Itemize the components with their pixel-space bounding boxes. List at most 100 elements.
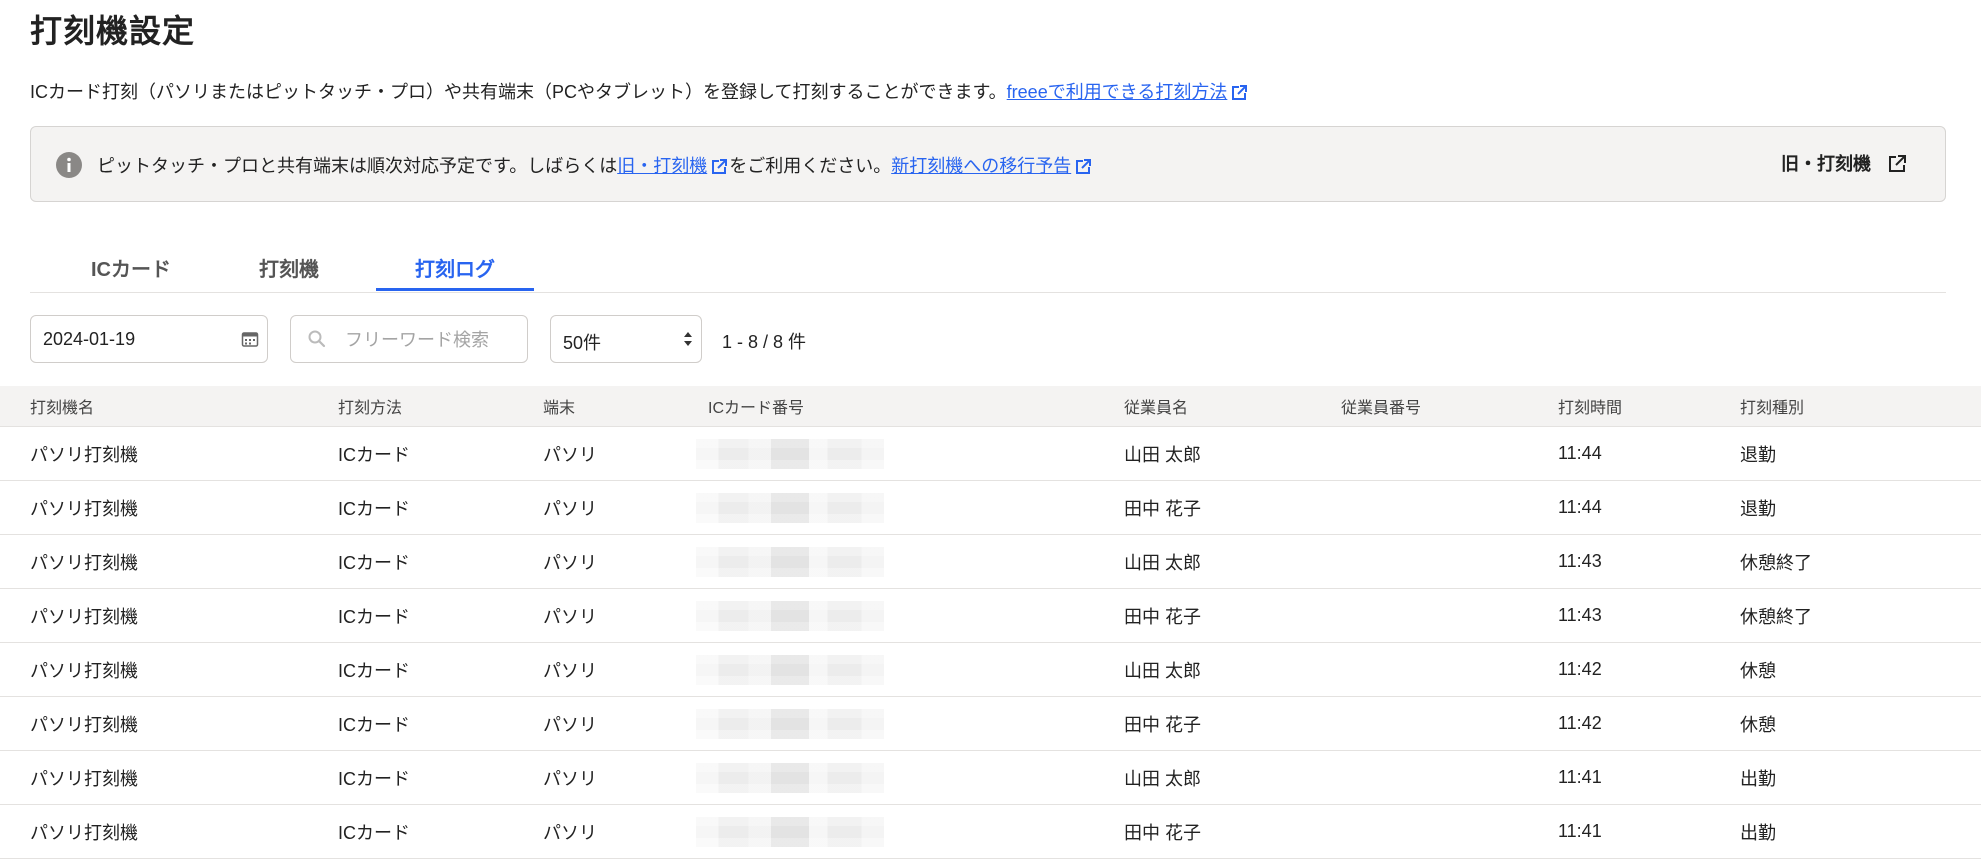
employee-number-cell — [1341, 804, 1558, 859]
ic-card-number-cell — [696, 642, 1124, 697]
date-value: 2024-01-19 — [43, 329, 136, 349]
column-header[interactable]: 打刻種別 — [1740, 386, 1981, 427]
per-page-select[interactable]: 50件 — [550, 315, 702, 363]
table-row[interactable]: パソリ打刻機 ICカード パソリ 山田 太郎 11:41 出勤 — [0, 750, 1981, 805]
punch-type-cell: 出勤 — [1740, 750, 1981, 805]
migration-notice-link-label: 新打刻機への移行予告 — [891, 156, 1072, 176]
machine-name-cell: パソリ打刻機 — [0, 696, 338, 751]
employee-number-cell — [1341, 534, 1558, 589]
external-link-icon — [1885, 152, 1909, 176]
search-icon — [307, 329, 327, 349]
employee-name-cell: 山田 太郎 — [1124, 426, 1341, 481]
tab-punch-machine[interactable]: 打刻機 — [230, 246, 348, 291]
old-machine-button-label: 旧・打刻機 — [1781, 154, 1871, 174]
punch-time-cell: 11:42 — [1558, 642, 1740, 697]
per-page-value: 50件 — [563, 333, 602, 353]
column-header[interactable]: ICカード番号 — [708, 386, 1124, 427]
employee-number-cell — [1341, 426, 1558, 481]
search-box — [290, 315, 528, 363]
punch-type-cell: 退勤 — [1740, 426, 1981, 481]
table-header-row: 打刻機名 打刻方法 端末 ICカード番号 従業員名 従業員番号 打刻時間 打刻種… — [0, 386, 1981, 427]
redacted-card-number — [696, 654, 884, 685]
notice-text-1: ピットタッチ・プロと共有端末は順次対応予定です。しばらくは — [97, 156, 618, 176]
column-header[interactable]: 従業員名 — [1124, 386, 1341, 427]
external-link-icon — [709, 157, 729, 177]
employee-name-cell: 田中 花子 — [1124, 588, 1341, 643]
terminal-cell: パソリ — [543, 426, 708, 481]
employee-name-cell: 山田 太郎 — [1124, 642, 1341, 697]
punch-methods-link-label: freeeで利用できる打刻方法 — [1006, 82, 1228, 102]
notice-text-2: をご利用ください。 — [729, 156, 892, 176]
punch-time-cell: 11:44 — [1558, 426, 1740, 481]
punch-type-cell: 出勤 — [1740, 804, 1981, 859]
table-row[interactable]: パソリ打刻機 ICカード パソリ 山田 太郎 11:42 休憩 — [0, 642, 1981, 697]
terminal-cell: パソリ — [543, 642, 708, 697]
punch-type-cell: 休憩 — [1740, 642, 1981, 697]
punch-type-cell: 休憩終了 — [1740, 534, 1981, 589]
punch-type-cell: 退勤 — [1740, 480, 1981, 535]
terminal-cell: パソリ — [543, 480, 708, 535]
machine-name-cell: パソリ打刻機 — [0, 588, 338, 643]
migration-notice-link[interactable]: 新打刻機への移行予告 — [891, 156, 1093, 176]
employee-name-cell: 田中 花子 — [1124, 804, 1341, 859]
column-header[interactable]: 端末 — [543, 386, 708, 427]
page-description: ICカード打刻（パソリまたはピットタッチ・プロ）や共有端末（PCやタブレット）を… — [30, 78, 1249, 104]
punch-type-cell: 休憩終了 — [1740, 588, 1981, 643]
redacted-card-number — [696, 816, 884, 847]
punch-time-cell: 11:42 — [1558, 696, 1740, 751]
terminal-cell: パソリ — [543, 750, 708, 805]
employee-name-cell: 山田 太郎 — [1124, 534, 1341, 589]
redacted-card-number — [696, 546, 884, 577]
redacted-card-number — [696, 600, 884, 631]
result-count: 1 - 8 / 8 件 — [722, 332, 807, 352]
punch-time-cell: 11:41 — [1558, 750, 1740, 805]
machine-name-cell: パソリ打刻機 — [0, 480, 338, 535]
column-header[interactable]: 打刻時間 — [1558, 386, 1740, 427]
table-row[interactable]: パソリ打刻機 ICカード パソリ 田中 花子 11:41 出勤 — [0, 804, 1981, 859]
table-row[interactable]: パソリ打刻機 ICカード パソリ 山田 太郎 11:44 退勤 — [0, 426, 1981, 481]
column-header[interactable]: 従業員番号 — [1341, 386, 1558, 427]
punch-time-cell: 11:41 — [1558, 804, 1740, 859]
punch-method-cell: ICカード — [338, 480, 543, 535]
column-header[interactable]: 打刻方法 — [338, 386, 543, 427]
column-header[interactable]: 打刻機名 — [0, 386, 338, 427]
search-input[interactable] — [343, 326, 517, 354]
old-machine-link-label: 旧・打刻機 — [617, 156, 708, 176]
old-machine-link[interactable]: 旧・打刻機 — [617, 156, 729, 176]
employee-number-cell — [1341, 750, 1558, 805]
table-row[interactable]: パソリ打刻機 ICカード パソリ 田中 花子 11:44 退勤 — [0, 480, 1981, 535]
table-row[interactable]: パソリ打刻機 ICカード パソリ 山田 太郎 11:43 休憩終了 — [0, 534, 1981, 589]
employee-name-cell: 山田 太郎 — [1124, 750, 1341, 805]
ic-card-number-cell — [696, 696, 1124, 751]
table-row[interactable]: パソリ打刻機 ICカード パソリ 田中 花子 11:42 休憩 — [0, 696, 1981, 751]
tab-ic-card[interactable]: ICカード — [66, 246, 196, 291]
date-picker[interactable]: 2024-01-19 — [30, 315, 268, 363]
terminal-cell: パソリ — [543, 696, 708, 751]
employee-name-cell: 田中 花子 — [1124, 480, 1341, 535]
punch-method-cell: ICカード — [338, 750, 543, 805]
machine-name-cell: パソリ打刻機 — [0, 642, 338, 697]
table-row[interactable]: パソリ打刻機 ICカード パソリ 田中 花子 11:43 休憩終了 — [0, 588, 1981, 643]
page-title: 打刻機設定 — [30, 13, 196, 49]
punch-method-cell: ICカード — [338, 696, 543, 751]
old-machine-button[interactable]: 旧・打刻機 — [1781, 150, 1909, 176]
ic-card-number-cell — [696, 804, 1124, 859]
ic-card-number-cell — [696, 426, 1124, 481]
punch-time-cell: 11:44 — [1558, 480, 1740, 535]
external-link-icon — [1073, 157, 1093, 177]
punch-log-table: 打刻機名 打刻方法 端末 ICカード番号 従業員名 従業員番号 打刻時間 打刻種… — [0, 386, 1981, 859]
tab-punch-log[interactable]: 打刻ログ — [376, 246, 534, 291]
employee-number-cell — [1341, 696, 1558, 751]
description-text: ICカード打刻（パソリまたはピットタッチ・プロ）や共有端末（PCやタブレット）を… — [30, 82, 1007, 102]
terminal-cell: パソリ — [543, 588, 708, 643]
redacted-card-number — [696, 438, 884, 469]
employee-name-cell: 田中 花子 — [1124, 696, 1341, 751]
employee-number-cell — [1341, 642, 1558, 697]
punch-type-cell: 休憩 — [1740, 696, 1981, 751]
employee-number-cell — [1341, 588, 1558, 643]
punch-methods-link[interactable]: freeeで利用できる打刻方法 — [1007, 82, 1250, 102]
terminal-cell: パソリ — [543, 534, 708, 589]
calendar-icon[interactable] — [241, 330, 259, 348]
punch-method-cell: ICカード — [338, 534, 543, 589]
punch-method-cell: ICカード — [338, 588, 543, 643]
